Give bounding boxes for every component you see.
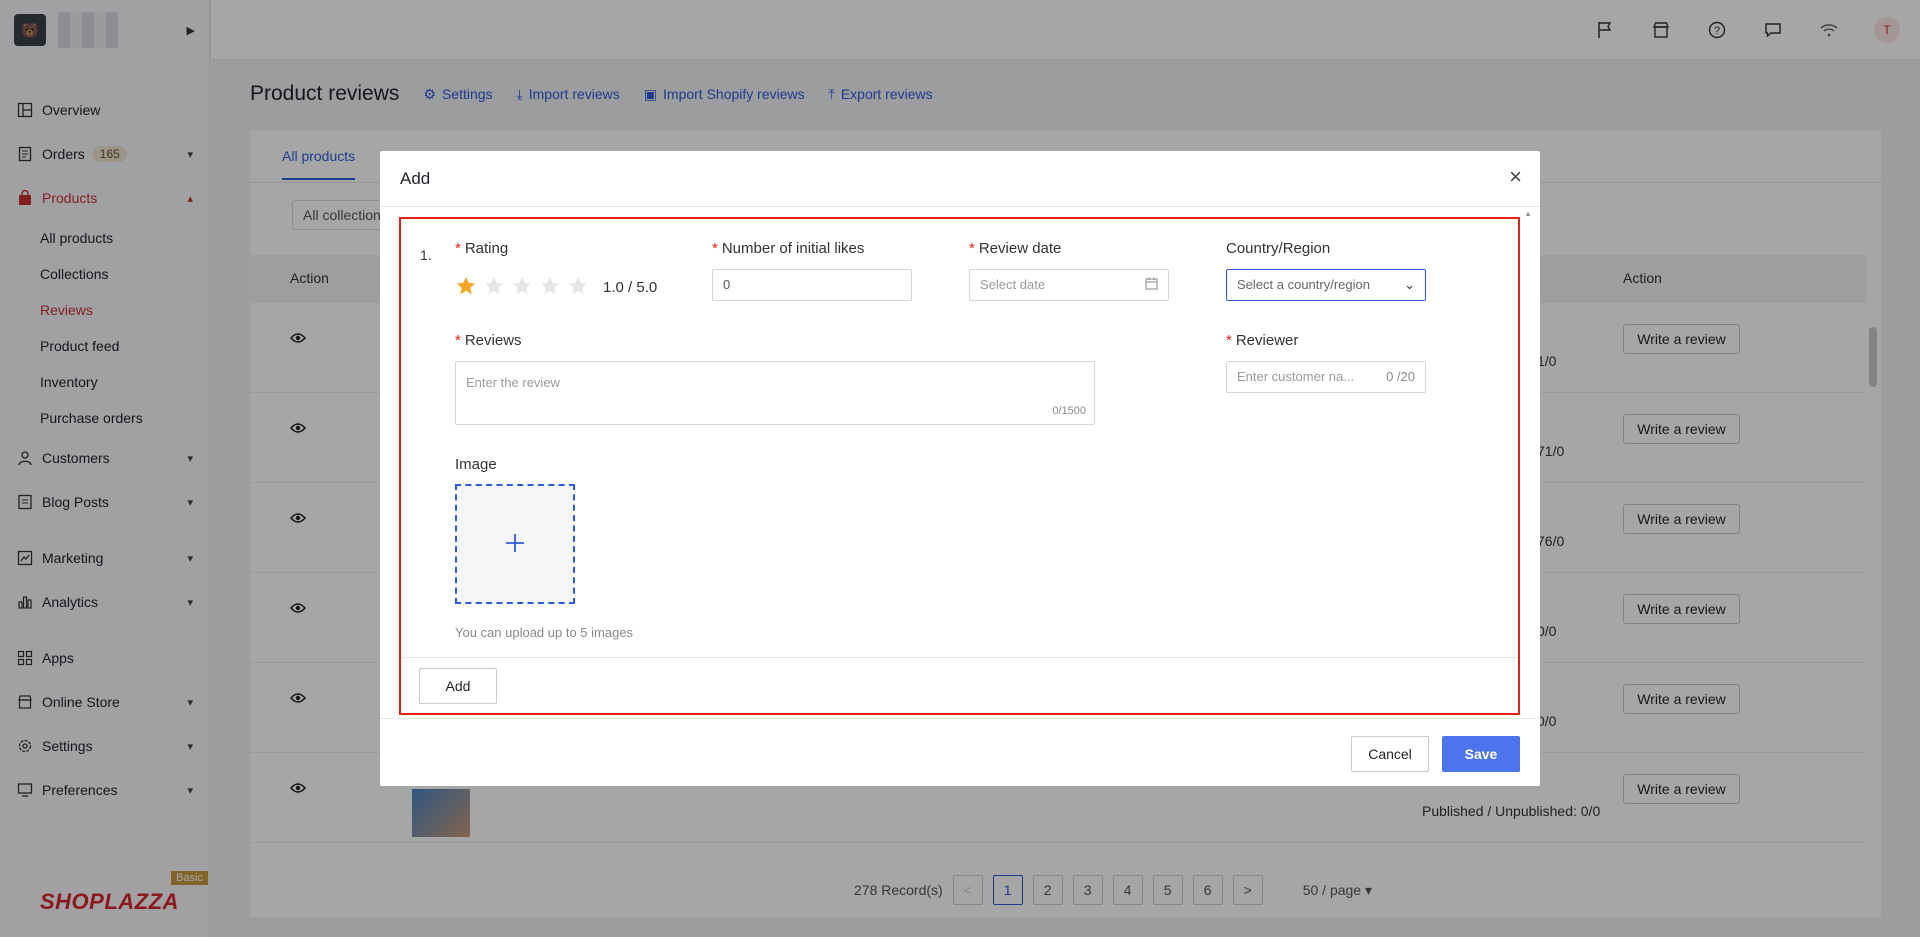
country-region-placeholder: Select a country/region	[1237, 277, 1370, 292]
plus-icon	[503, 531, 527, 558]
save-button[interactable]: Save	[1442, 736, 1520, 772]
review-date-picker[interactable]: Select date	[969, 269, 1169, 301]
review-char-count: 0/1500	[1052, 405, 1086, 417]
add-review-row-button[interactable]: Add	[419, 668, 497, 704]
star-icon[interactable]	[511, 275, 533, 300]
review-date-placeholder: Select date	[980, 277, 1046, 292]
review-date-label: * Review date	[969, 240, 1062, 257]
close-icon[interactable]: ×	[1509, 166, 1522, 188]
star-icon[interactable]	[539, 275, 561, 300]
country-region-label: Country/Region	[1226, 240, 1331, 257]
reviewer-label: * Reviewer	[1226, 332, 1299, 349]
review-placeholder: Enter the review	[466, 375, 560, 390]
cancel-button[interactable]: Cancel	[1351, 736, 1429, 772]
modal-scroll-up-icon[interactable]: ▲	[1524, 209, 1532, 218]
country-region-select[interactable]: Select a country/region ⌄	[1226, 269, 1426, 301]
star-icon[interactable]	[483, 275, 505, 300]
rating-label: * Rating	[455, 240, 509, 257]
likes-label: * Number of initial likes	[712, 240, 865, 257]
rating-score: 1.0 / 5.0	[603, 279, 658, 296]
calendar-icon	[1145, 277, 1158, 293]
add-review-modal: Add × ▲ 1. * Rating 1.0 / 5.0 * Number of …	[380, 151, 1540, 786]
modal-title: Add	[400, 169, 431, 188]
star-icon[interactable]	[567, 275, 589, 300]
reviewer-input[interactable]: Enter customer na... 0 /20	[1226, 361, 1426, 393]
image-uploader[interactable]	[455, 484, 575, 604]
star-icon[interactable]	[455, 275, 477, 300]
chevron-down-icon: ⌄	[1404, 277, 1415, 292]
reviewer-placeholder: Enter customer na...	[1237, 369, 1355, 384]
reviews-label: * Reviews	[455, 332, 522, 349]
reviewer-char-count: 0 /20	[1386, 369, 1415, 384]
image-label: Image	[455, 456, 497, 473]
review-textarea[interactable]: Enter the review 0/1500	[455, 361, 1095, 425]
rating-stars[interactable]: 1.0 / 5.0	[455, 275, 657, 300]
review-index: 1.	[420, 247, 432, 263]
initial-likes-input[interactable]: 0	[712, 269, 912, 301]
upload-hint: You can upload up to 5 images	[455, 625, 634, 640]
